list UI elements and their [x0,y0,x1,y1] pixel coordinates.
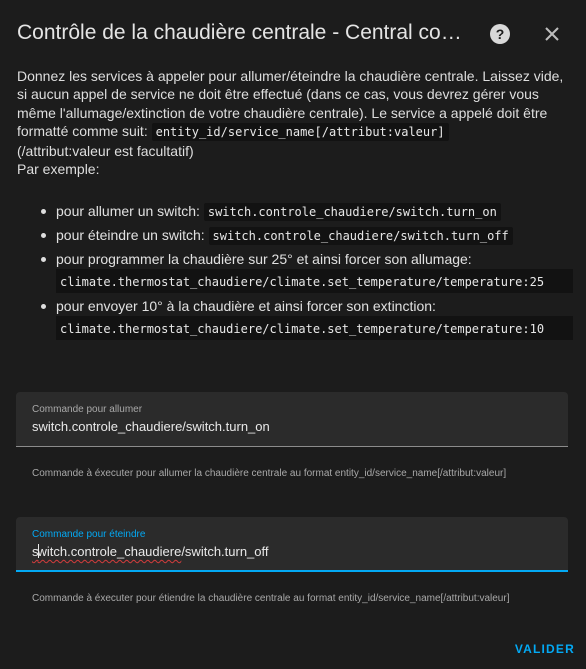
field-underline-focused [16,570,568,572]
dialog-header: Contrôle de la chaudière centrale - Cent… [0,0,586,66]
command-off-helper: Commande à éxecuter pour étiendre la cha… [32,593,510,604]
command-on-helper: Commande à éxecuter pour allumer la chau… [32,468,507,479]
example-heading: Par exemple: [17,161,100,178]
example-code: switch.controle_chaudiere/switch.turn_of… [208,227,513,245]
command-off-field[interactable]: Commande pour éteindre switch.controle_c… [16,517,568,572]
close-icon[interactable] [541,23,563,45]
format-note: (/attribut:valeur est facultatif) [17,142,194,159]
list-item: pour allumer un switch: switch.controle_… [38,202,573,222]
field-underline [16,446,568,447]
command-on-field[interactable]: Commande pour allumer switch.controle_ch… [16,392,568,447]
examples-list: pour allumer un switch: switch.controle_… [38,202,573,344]
help-circle-icon[interactable]: ? [490,24,510,44]
dialog-title: Contrôle de la chaudière centrale - Cent… [17,21,462,44]
list-item: pour envoyer 10° à la chaudière et ainsi… [38,297,573,340]
example-code: switch.controle_chaudiere/switch.turn_on [203,203,501,221]
description: Donnez les services à appeler pour allum… [17,67,573,178]
command-off-input[interactable]: switch.controle_chaudiere/switch.turn_of… [32,544,269,559]
dialog: Contrôle de la chaudière centrale - Cent… [0,0,586,669]
list-item: pour éteindre un switch: switch.controle… [38,226,573,246]
format-code: entity_id/service_name[/attribut:valeur] [151,122,449,141]
command-on-input[interactable]: switch.controle_chaudiere/switch.turn_on [32,419,270,434]
example-code: climate.thermostat_chaudiere/climate.set… [56,269,573,293]
submit-button[interactable]: VALIDER [505,642,575,660]
command-off-label: Commande pour éteindre [32,529,146,540]
list-item: pour programmer la chaudière sur 25° et … [38,250,573,293]
example-code: climate.thermostat_chaudiere/climate.set… [56,316,573,340]
command-on-label: Commande pour allumer [32,404,143,415]
